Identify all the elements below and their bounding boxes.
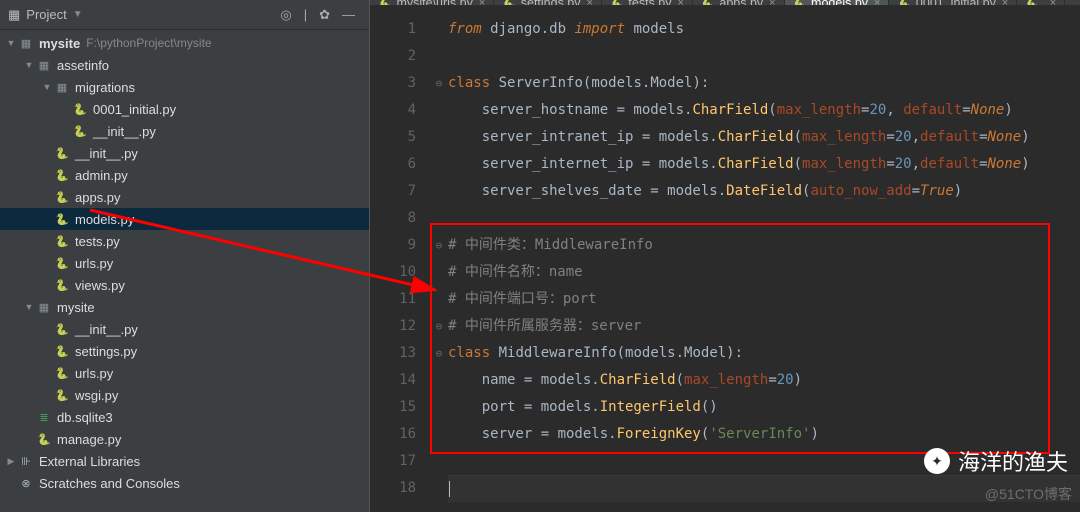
python-file-icon: 🐍 [54, 233, 70, 249]
python-file-icon: 🐍 [54, 387, 70, 403]
tree-item[interactable]: ▼▦mysite [0, 296, 369, 318]
folder-icon: ▦ [54, 79, 70, 95]
sidebar-title[interactable]: ▦Project▼ [8, 7, 274, 23]
database-icon: ≣ [36, 409, 52, 425]
tree-item[interactable]: 🐍settings.py [0, 340, 369, 362]
chevron-down-icon: ▼ [73, 9, 83, 20]
sidebar-header: ▦Project▼ ◎ | ✿ — [0, 0, 369, 30]
tree-item[interactable]: ▶⊪External Libraries [0, 450, 369, 472]
tree-item[interactable]: 🐍urls.py [0, 252, 369, 274]
editor-tab[interactable]: 🐍mysite\urls.py× [370, 0, 494, 5]
code-content[interactable]: from django.db import modelsclass Server… [448, 6, 1080, 512]
tree-item[interactable]: ⊗Scratches and Consoles [0, 472, 369, 494]
editor-tab[interactable]: 🐍0001_initial.py× [889, 0, 1017, 5]
tree-item[interactable]: 🐍manage.py [0, 428, 369, 450]
tree-item[interactable]: ▼▦migrations [0, 76, 369, 98]
tree-item[interactable]: 🐍0001_initial.py [0, 98, 369, 120]
python-file-icon: 🐍 [54, 167, 70, 183]
python-file-icon: 🐍 [72, 123, 88, 139]
python-file-icon: 🐍 [54, 343, 70, 359]
code-area[interactable]: 123456789101112131415161718 ⊖⊖⊖⊖ from dj… [370, 6, 1080, 512]
editor-tab[interactable]: 🐍settings.py× [494, 0, 602, 5]
tree-item[interactable]: 🐍apps.py [0, 186, 369, 208]
tree-item[interactable]: 🐍admin.py [0, 164, 369, 186]
tree-item[interactable]: ≣db.sqlite3 [0, 406, 369, 428]
wechat-icon: ✦ [924, 448, 950, 474]
gear-icon[interactable]: ✿ [313, 5, 336, 25]
python-file-icon: 🐍 [54, 365, 70, 381]
python-file-icon: 🐍 [72, 101, 88, 117]
watermark: ✦ 海洋的渔夫 [924, 445, 1068, 477]
project-sidebar: ▦Project▼ ◎ | ✿ — ▼▦mysiteF:\pythonProje… [0, 0, 370, 512]
project-tree[interactable]: ▼▦mysiteF:\pythonProject\mysite▼▦assetin… [0, 30, 369, 512]
python-file-icon: 🐍 [54, 321, 70, 337]
tree-item[interactable]: 🐍models.py [0, 208, 369, 230]
editor-pane: 🐍mysite\urls.py×🐍settings.py×🐍tests.py×🐍… [370, 0, 1080, 512]
python-file-icon: 🐍 [54, 189, 70, 205]
library-icon: ⊪ [18, 453, 34, 469]
tree-item[interactable]: 🐍urls.py [0, 362, 369, 384]
python-file-icon: 🐍 [54, 145, 70, 161]
tree-item[interactable]: ▼▦assetinfo [0, 54, 369, 76]
python-file-icon: 🐍 [54, 277, 70, 293]
divider: | [298, 5, 313, 24]
scratch-icon: ⊗ [18, 475, 34, 491]
tree-item[interactable]: 🐍__init__.py [0, 318, 369, 340]
python-file-icon: 🐍 [36, 431, 52, 447]
tree-item[interactable]: 🐍wsgi.py [0, 384, 369, 406]
folder-icon: ▦ [18, 35, 34, 51]
tree-item[interactable]: 🐍__init__.py [0, 142, 369, 164]
tree-root[interactable]: ▼▦mysiteF:\pythonProject\mysite [0, 32, 369, 54]
watermark-sub: @51CTO博客 [985, 484, 1072, 504]
folder-icon: ▦ [36, 57, 52, 73]
editor-tab[interactable]: 🐍tests.py× [602, 0, 693, 5]
python-file-icon: 🐍 [54, 211, 70, 227]
fold-column[interactable]: ⊖⊖⊖⊖ [430, 6, 448, 512]
collapse-icon[interactable]: — [336, 5, 361, 24]
editor-tab[interactable]: 🐍× [1017, 0, 1065, 5]
folder-icon: ▦ [36, 299, 52, 315]
python-file-icon: 🐍 [54, 255, 70, 271]
tree-item[interactable]: 🐍tests.py [0, 230, 369, 252]
tree-item[interactable]: 🐍views.py [0, 274, 369, 296]
tree-item[interactable]: 🐍__init__.py [0, 120, 369, 142]
editor-tab[interactable]: 🐍models.py× [785, 0, 890, 5]
target-icon[interactable]: ◎ [274, 5, 297, 25]
editor-tab[interactable]: 🐍apps.py× [693, 0, 785, 5]
line-gutter: 123456789101112131415161718 [370, 6, 430, 512]
